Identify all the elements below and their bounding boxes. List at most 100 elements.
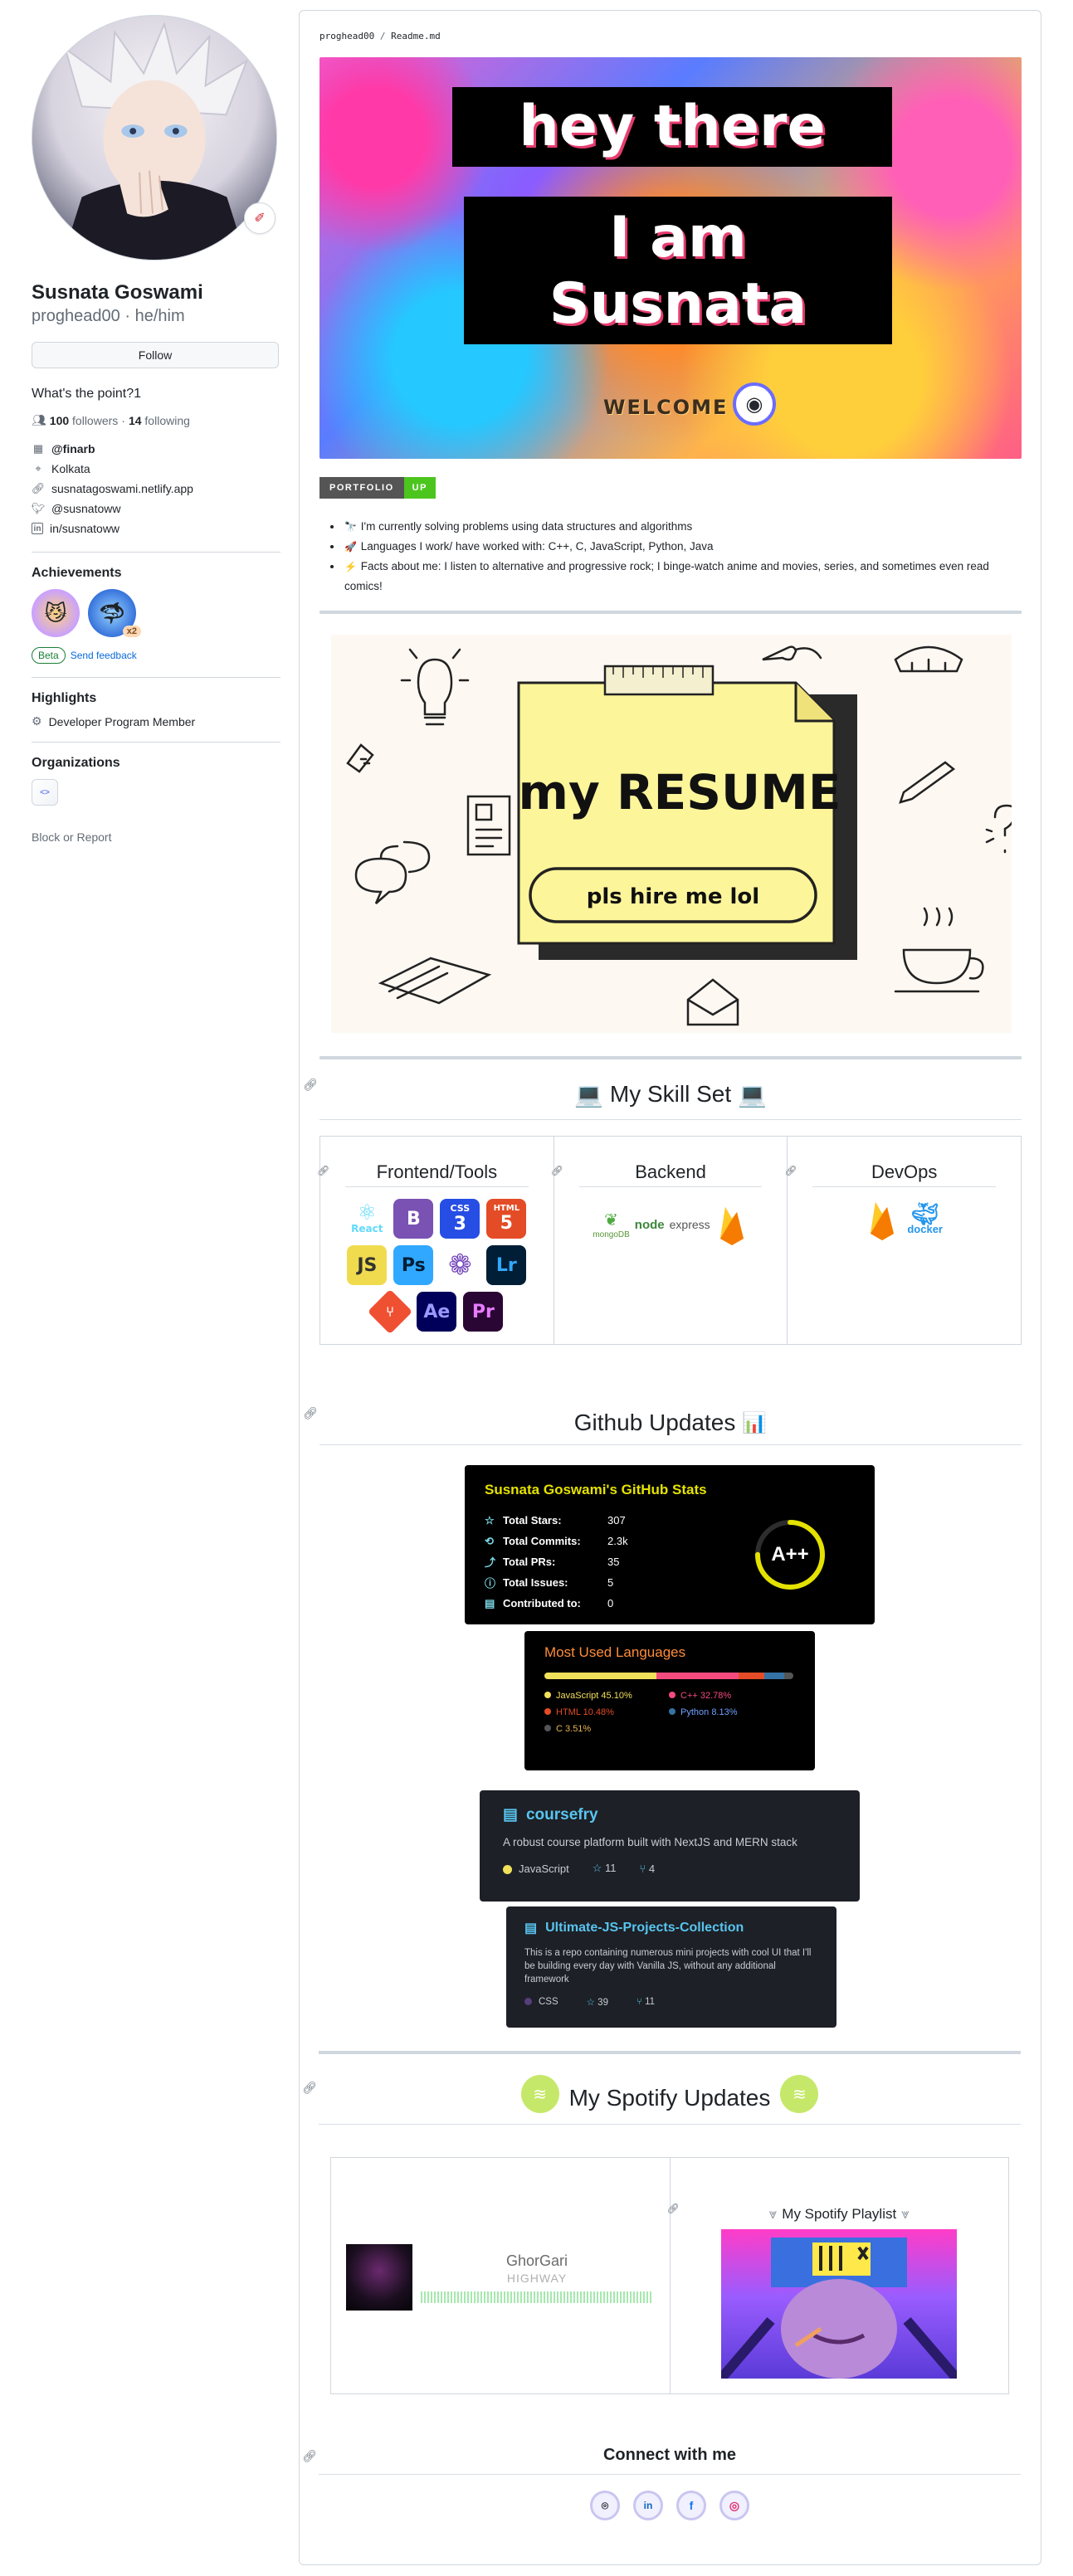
rocket-icon: 🚀 <box>344 541 357 553</box>
follow-button[interactable]: Follow <box>32 342 279 368</box>
repo-name: coursefry <box>525 1805 598 1824</box>
profile-sidebar: ✐ Susnata Goswami proghead00 · he/him Fo… <box>32 15 280 844</box>
linkedin-icon[interactable]: in <box>633 2491 663 2520</box>
repo-stars: ☆ 39 <box>587 1996 608 2008</box>
skills-heading-wrap: 🔗︎ 💻 My Skill Set 💻 <box>303 1078 1022 1111</box>
repo-icon: ▤ <box>485 1596 495 1609</box>
following-link[interactable]: 14 following <box>129 414 190 427</box>
portfolio-badge[interactable]: PORTFOLIO UP <box>319 477 436 499</box>
frontend-icons: ⚛ React B CSS 3 HTML 5 JS Ps ❁ Lr ⑂ Ae Pr <box>320 1187 554 1335</box>
readme-path-file: Readme.md <box>391 31 441 41</box>
most-used-languages-card[interactable]: Most Used Languages JavaScript 45.10% C+… <box>524 1631 815 1770</box>
playlist-cover[interactable] <box>721 2229 958 2379</box>
stats-label: Total Stars: <box>503 1514 562 1527</box>
lang-item: C 3.51% <box>544 1724 669 1734</box>
spotify-table: GhorGari HIGHWAY 🔗︎ ⩔ My Spotify Playlis… <box>330 2157 1009 2394</box>
anchor-link-icon[interactable]: 🔗︎ <box>667 2203 680 2214</box>
anchor-link-icon[interactable]: 🔗︎ <box>302 2081 317 2095</box>
send-feedback-link[interactable]: Send feedback <box>71 650 137 661</box>
premiere-icon: Pr <box>463 1292 504 1332</box>
banner-line-2: I am <box>609 205 747 270</box>
devops-icons: 🐳︎ docker <box>788 1187 1021 1240</box>
repo-card-ultimate-js[interactable]: ▤ Ultimate-JS-Projects-Collection This is… <box>506 1906 836 2028</box>
mongodb-icon-label: mongoDB <box>593 1230 630 1239</box>
lang-percent: 8.13% <box>711 1707 738 1717</box>
anchor-link-icon[interactable]: 🔗︎ <box>303 1078 318 1092</box>
portfolio-badge-status: UP <box>403 477 436 499</box>
repo-name: Ultimate-JS-Projects-Collection <box>545 1921 744 1935</box>
readme-path: proghead00 / Readme.md <box>319 31 441 41</box>
chevron-down-icon: ⩔ <box>768 2206 778 2222</box>
lightning-icon: ⚡ <box>344 561 357 572</box>
twitter-item: 🐦︎ @susnatoww <box>32 499 280 519</box>
repo-meta: JavaScript ☆ 11 ⑂ 4 <box>503 1862 836 1875</box>
skills-heading: 💻 My Skill Set 💻 <box>319 1078 1022 1111</box>
block-or-report-link[interactable]: Block or Report <box>32 830 280 844</box>
achievement-badge-pull-shark[interactable]: 🦈︎ x2 <box>88 589 141 637</box>
connect-heading-wrap: 🔗︎ Connect with me <box>302 2446 1021 2465</box>
repo-forks-count: 4 <box>648 1862 656 1875</box>
developer-program-link[interactable]: Developer Program Member <box>49 715 196 728</box>
anchor-link-icon[interactable]: 🔗︎ <box>302 2449 317 2463</box>
grade-progress-ring <box>755 1520 825 1590</box>
lang-percent: 10.48% <box>583 1707 614 1717</box>
github-icon[interactable]: ⌾ <box>590 2491 620 2520</box>
separator-dot: · <box>124 307 131 325</box>
company-text[interactable]: @finarb <box>51 442 95 455</box>
linkedin-link[interactable]: in/susnatoww <box>50 522 119 535</box>
anchor-link-icon[interactable]: 🔗︎ <box>551 1165 563 1176</box>
resume-title: my RESUME <box>519 764 841 821</box>
docker-icon: 🐳︎ docker <box>907 1200 943 1235</box>
lang-dot <box>544 1692 551 1698</box>
status-emoji-icon[interactable]: ✐ <box>244 202 276 234</box>
profile-login: proghead00 <box>32 307 120 325</box>
spotify-icon: ≋ <box>780 2075 819 2113</box>
developer-program-item: ⚙︎ Developer Program Member <box>32 714 280 728</box>
anchor-link-icon[interactable]: 🔗︎ <box>784 1165 797 1176</box>
anchor-link-icon[interactable]: 🔗︎ <box>317 1165 329 1176</box>
chevron-down-icon: ⩔ <box>901 2206 910 2222</box>
github-stats-card[interactable]: Susnata Goswami's GitHub Stats ☆ Total St… <box>465 1465 875 1624</box>
highlights-title: Highlights <box>32 691 97 705</box>
spotify-icon: ≋ <box>520 2075 559 2113</box>
css3-icon-label: CSS <box>450 1203 471 1214</box>
organization-avatar[interactable]: <> <box>32 779 58 806</box>
website-link[interactable]: susnatagoswami.netlify.app <box>51 482 193 495</box>
readme-path-user[interactable]: proghead00 <box>319 31 374 41</box>
lightroom-icon: Lr <box>486 1245 527 1285</box>
now-playing-card[interactable]: GhorGari HIGHWAY <box>346 2244 653 2311</box>
website-item: 🔗︎ susnatagoswami.netlify.app <box>32 479 280 499</box>
lang-percent: 45.10% <box>601 1691 632 1701</box>
list-item: 🚀 Languages I work/ have worked with: C+… <box>343 537 1022 557</box>
stats-label: Total PRs: <box>503 1556 556 1568</box>
heading-underline <box>319 1444 1022 1445</box>
firebase-icon <box>866 1199 899 1240</box>
avatar[interactable] <box>32 15 277 261</box>
achievements-title[interactable]: Achievements <box>32 566 280 581</box>
followers-link[interactable]: 100 followers <box>50 414 119 427</box>
banner-line-3: Susnata <box>549 271 807 337</box>
instagram-icon[interactable]: ◎ <box>719 2491 749 2520</box>
facebook-icon[interactable]: f <box>676 2491 706 2520</box>
repo-card-coursefry[interactable]: ▤ coursefry A robust course platform buil… <box>480 1790 860 1902</box>
audio-visualizer <box>421 2291 653 2303</box>
react-icon-label: React <box>351 1223 383 1234</box>
lang-bar-segment <box>764 1673 785 1679</box>
skills-column-title: Backend <box>578 1161 763 1187</box>
achievement-badge-quickdraw[interactable]: 😼︎ <box>32 589 80 637</box>
skills-backend-column: 🔗︎ Backend ❦ mongoDB node express <box>551 1137 788 1344</box>
profile-pronouns: he/him <box>134 307 185 325</box>
beta-label: Beta <box>32 647 66 664</box>
heading-underline <box>319 1119 1022 1120</box>
lang-item: Python 8.13% <box>669 1707 793 1717</box>
skills-column-title: Frontend/Tools <box>345 1161 529 1187</box>
github-heading-wrap: 🔗︎ Github Updates 📊 <box>303 1406 1022 1439</box>
anchor-link-icon[interactable]: 🔗︎ <box>303 1406 318 1420</box>
skills-devops-column: 🔗︎ DevOps 🐳︎ docker <box>784 1137 1021 1344</box>
list-item: ⚡ Facts about me: I listen to alternativ… <box>343 557 1022 596</box>
lang-item: JavaScript 45.10% <box>544 1691 669 1701</box>
resume-image-link[interactable]: my RESUME pls hire me lol <box>331 635 1012 1033</box>
twitter-link[interactable]: @susnatoww <box>51 502 120 515</box>
divider <box>32 552 280 553</box>
mongodb-icon: ❦ mongoDB <box>593 1211 630 1239</box>
